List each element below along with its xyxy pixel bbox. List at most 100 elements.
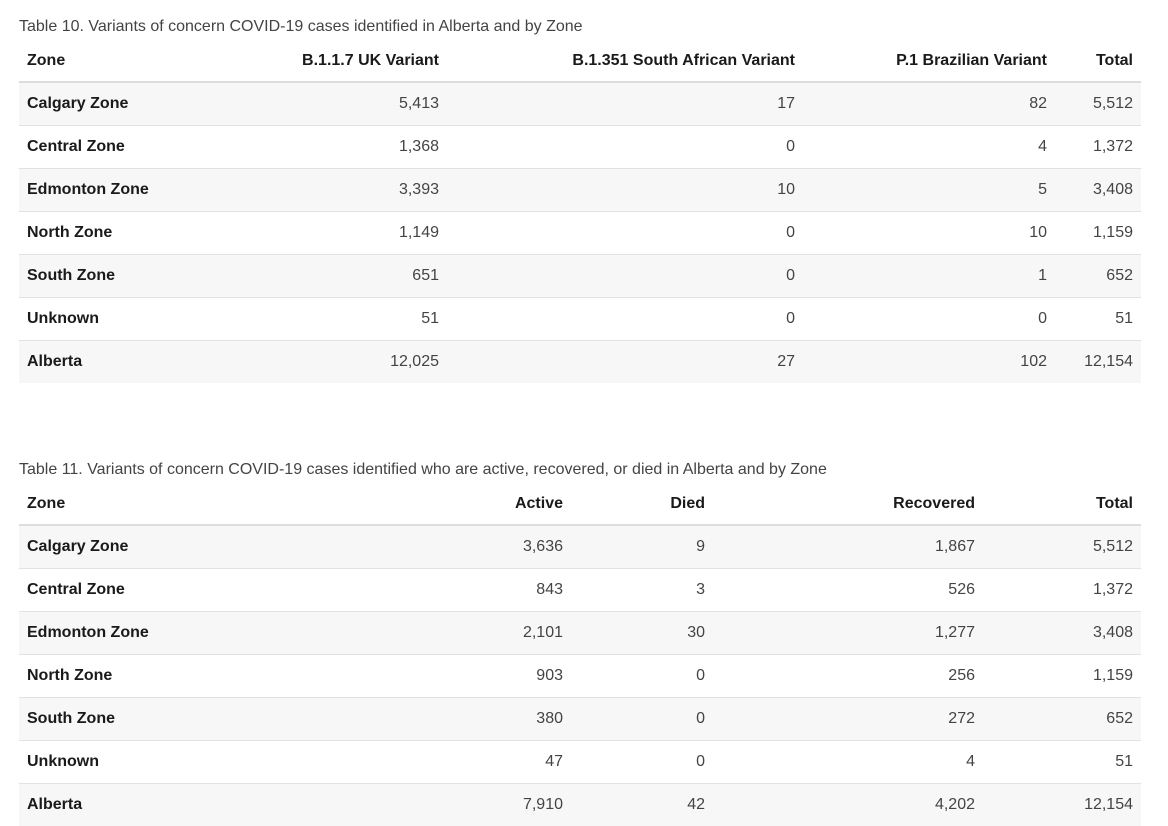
zone-name-cell: South Zone [19,255,229,298]
variants-by-zone-table: Zone B.1.1.7 UK Variant B.1.351 South Af… [19,40,1141,383]
table-row: Edmonton Zone 3,393 10 5 3,408 [19,169,1141,212]
total-cell: 1,372 [983,569,1141,612]
column-header-zone[interactable]: Zone [19,483,259,525]
recovered-cell: 256 [713,655,983,698]
table-row: North Zone 1,149 0 10 1,159 [19,212,1141,255]
column-header-uk-variant[interactable]: B.1.1.7 UK Variant [229,40,447,82]
uk-variant-cell: 5,413 [229,82,447,126]
column-header-recovered[interactable]: Recovered [713,483,983,525]
brazilian-variant-cell: 4 [803,126,1055,169]
south-african-variant-cell: 17 [447,82,803,126]
zone-name-cell: Calgary Zone [19,525,259,569]
recovered-cell: 272 [713,698,983,741]
outcomes-by-zone-table: Zone Active Died Recovered Total Calgary… [19,483,1141,826]
total-cell: 1,159 [983,655,1141,698]
column-header-brazilian-variant[interactable]: P.1 Brazilian Variant [803,40,1055,82]
column-header-total[interactable]: Total [983,483,1141,525]
variants-by-zone-table-block: Table 10. Variants of concern COVID-19 c… [19,14,1141,383]
south-african-variant-cell: 0 [447,255,803,298]
south-african-variant-cell: 10 [447,169,803,212]
brazilian-variant-cell: 1 [803,255,1055,298]
died-cell: 9 [571,525,713,569]
south-african-variant-cell: 0 [447,298,803,341]
total-cell: 5,512 [1055,82,1141,126]
uk-variant-cell: 651 [229,255,447,298]
active-cell: 7,910 [259,784,571,826]
table-row: Calgary Zone 3,636 9 1,867 5,512 [19,525,1141,569]
table-caption: Table 10. Variants of concern COVID-19 c… [19,14,1141,40]
table-header-row: Zone Active Died Recovered Total [19,483,1141,525]
column-header-total[interactable]: Total [1055,40,1141,82]
recovered-cell: 526 [713,569,983,612]
uk-variant-cell: 3,393 [229,169,447,212]
recovered-cell: 1,867 [713,525,983,569]
table-row: Calgary Zone 5,413 17 82 5,512 [19,82,1141,126]
total-cell: 51 [983,741,1141,784]
uk-variant-cell: 12,025 [229,341,447,384]
table-row: Central Zone 843 3 526 1,372 [19,569,1141,612]
recovered-cell: 4 [713,741,983,784]
zone-name-cell: Edmonton Zone [19,612,259,655]
south-african-variant-cell: 0 [447,212,803,255]
zone-name-cell: North Zone [19,655,259,698]
table-row: Unknown 47 0 4 51 [19,741,1141,784]
zone-name-cell: Calgary Zone [19,82,229,126]
active-cell: 3,636 [259,525,571,569]
zone-name-cell: Unknown [19,741,259,784]
column-header-active[interactable]: Active [259,483,571,525]
active-cell: 2,101 [259,612,571,655]
died-cell: 0 [571,698,713,741]
table-row: Central Zone 1,368 0 4 1,372 [19,126,1141,169]
table-header-row: Zone B.1.1.7 UK Variant B.1.351 South Af… [19,40,1141,82]
column-header-died[interactable]: Died [571,483,713,525]
brazilian-variant-cell: 5 [803,169,1055,212]
active-cell: 843 [259,569,571,612]
table-row: North Zone 903 0 256 1,159 [19,655,1141,698]
zone-name-cell: Unknown [19,298,229,341]
total-cell: 1,159 [1055,212,1141,255]
column-header-south-african-variant[interactable]: B.1.351 South African Variant [447,40,803,82]
died-cell: 3 [571,569,713,612]
died-cell: 0 [571,741,713,784]
uk-variant-cell: 51 [229,298,447,341]
uk-variant-cell: 1,149 [229,212,447,255]
brazilian-variant-cell: 82 [803,82,1055,126]
south-african-variant-cell: 0 [447,126,803,169]
total-cell: 3,408 [983,612,1141,655]
total-cell: 51 [1055,298,1141,341]
zone-name-cell: Alberta [19,341,229,384]
zone-name-cell: North Zone [19,212,229,255]
total-cell: 1,372 [1055,126,1141,169]
total-cell: 652 [983,698,1141,741]
active-cell: 47 [259,741,571,784]
active-cell: 903 [259,655,571,698]
outcomes-by-zone-table-block: Table 11. Variants of concern COVID-19 c… [19,457,1141,826]
zone-name-cell: Edmonton Zone [19,169,229,212]
total-cell: 3,408 [1055,169,1141,212]
south-african-variant-cell: 27 [447,341,803,384]
table-row: South Zone 651 0 1 652 [19,255,1141,298]
zone-name-cell: South Zone [19,698,259,741]
total-cell: 12,154 [1055,341,1141,384]
zone-name-cell: Central Zone [19,126,229,169]
recovered-cell: 4,202 [713,784,983,826]
table-row: Alberta 7,910 42 4,202 12,154 [19,784,1141,826]
zone-name-cell: Alberta [19,784,259,826]
died-cell: 42 [571,784,713,826]
table-row: Alberta 12,025 27 102 12,154 [19,341,1141,384]
uk-variant-cell: 1,368 [229,126,447,169]
brazilian-variant-cell: 10 [803,212,1055,255]
table-caption: Table 11. Variants of concern COVID-19 c… [19,457,1141,483]
total-cell: 652 [1055,255,1141,298]
total-cell: 5,512 [983,525,1141,569]
table-row: South Zone 380 0 272 652 [19,698,1141,741]
brazilian-variant-cell: 102 [803,341,1055,384]
active-cell: 380 [259,698,571,741]
table-row: Unknown 51 0 0 51 [19,298,1141,341]
column-header-zone[interactable]: Zone [19,40,229,82]
recovered-cell: 1,277 [713,612,983,655]
died-cell: 0 [571,655,713,698]
table-row: Edmonton Zone 2,101 30 1,277 3,408 [19,612,1141,655]
zone-name-cell: Central Zone [19,569,259,612]
brazilian-variant-cell: 0 [803,298,1055,341]
